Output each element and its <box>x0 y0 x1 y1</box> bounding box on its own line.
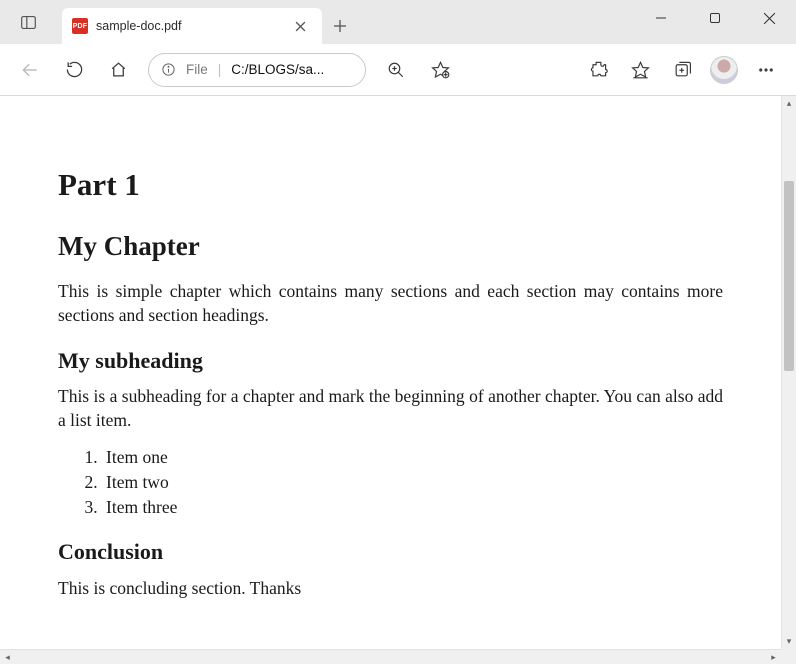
scroll-up-arrow-icon[interactable]: ▴ <box>782 96 796 111</box>
vertical-scroll-thumb[interactable] <box>784 181 794 371</box>
tab-title: sample-doc.pdf <box>96 19 280 33</box>
browser-tab[interactable]: PDF sample-doc.pdf <box>62 8 322 44</box>
refresh-button[interactable] <box>54 50 94 90</box>
pdf-viewport[interactable]: Part 1 My Chapter This is simple chapter… <box>0 96 781 649</box>
new-tab-button[interactable] <box>322 8 358 44</box>
site-info-icon[interactable] <box>161 62 176 77</box>
window-minimize-button[interactable] <box>634 0 688 36</box>
home-button[interactable] <box>98 50 138 90</box>
back-button[interactable] <box>10 50 50 90</box>
settings-menu-button[interactable] <box>746 50 786 90</box>
window-controls <box>634 0 796 44</box>
extensions-button[interactable] <box>578 50 618 90</box>
address-bar[interactable]: File | C:/BLOGS/sa... <box>148 53 366 87</box>
chapter-heading: My Chapter <box>58 228 723 264</box>
add-favorite-button[interactable] <box>420 50 460 90</box>
scroll-left-arrow-icon[interactable]: ◂ <box>0 650 15 664</box>
tab-actions-button[interactable] <box>0 0 56 44</box>
subheading-paragraph: This is a subheading for a chapter and m… <box>58 385 723 432</box>
part-heading: Part 1 <box>58 164 723 206</box>
profile-button[interactable] <box>704 50 744 90</box>
tab-close-button[interactable] <box>288 14 312 38</box>
browser-toolbar: File | C:/BLOGS/sa... <box>0 44 796 96</box>
chapter-paragraph: This is simple chapter which contains ma… <box>58 280 723 327</box>
window-maximize-button[interactable] <box>688 0 742 36</box>
vertical-scrollbar[interactable]: ▴ ▾ <box>781 96 796 649</box>
address-scheme: File <box>186 62 208 77</box>
pdf-favicon: PDF <box>72 18 88 34</box>
pdf-page: Part 1 My Chapter This is simple chapter… <box>0 96 781 635</box>
scrollbar-corner <box>781 649 796 664</box>
horizontal-scrollbar[interactable]: ◂ ▸ <box>0 649 781 664</box>
scroll-down-arrow-icon[interactable]: ▾ <box>782 634 796 649</box>
subheading: My subheading <box>58 346 723 376</box>
conclusion-heading: Conclusion <box>58 537 723 567</box>
zoom-button[interactable] <box>376 50 416 90</box>
window-close-button[interactable] <box>742 0 796 36</box>
ordered-list: Item one Item two Item three <box>84 446 723 519</box>
conclusion-paragraph: This is concluding section. Thanks <box>58 577 723 601</box>
address-separator: | <box>218 62 222 77</box>
content-area: Part 1 My Chapter This is simple chapter… <box>0 96 796 664</box>
favorites-button[interactable] <box>620 50 660 90</box>
address-path: C:/BLOGS/sa... <box>231 62 324 77</box>
scroll-right-arrow-icon[interactable]: ▸ <box>766 650 781 664</box>
vertical-scroll-track[interactable] <box>782 111 796 634</box>
collections-button[interactable] <box>662 50 702 90</box>
list-item: Item three <box>102 496 723 520</box>
titlebar: PDF sample-doc.pdf <box>0 0 796 44</box>
list-item: Item two <box>102 471 723 495</box>
avatar-icon <box>710 56 738 84</box>
list-item: Item one <box>102 446 723 470</box>
